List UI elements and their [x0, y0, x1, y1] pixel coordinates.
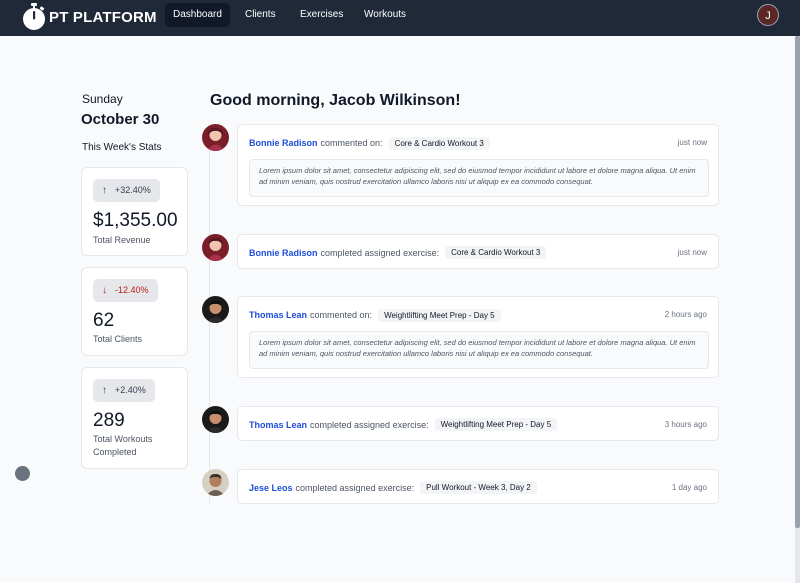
activity-item-completed: Thomas Lean completed assigned exercise:… [237, 406, 719, 441]
comment-text: Lorem ipsum dolor sit amet, consectetur … [249, 331, 709, 369]
activity-action: completed assigned exercise: [320, 247, 440, 258]
user-link[interactable]: Jese Leos [249, 483, 293, 493]
activity-time: 3 hours ago [664, 420, 707, 429]
stat-card-workouts: ↑ +2.40% 289 Total Workouts Completed [81, 367, 188, 469]
workout-tag[interactable]: Core & Cardio Workout 3 [445, 246, 547, 259]
activity-time: just now [677, 248, 707, 257]
activity-time: 1 day ago [671, 483, 707, 492]
activity-item-completed: Bonnie Radison completed assigned exerci… [237, 234, 719, 269]
workout-tag[interactable]: Weightlifting Meet Prep - Day 5 [434, 418, 558, 431]
change-badge: ↑ +2.40% [93, 379, 155, 402]
activity-header: Thomas Lean commented on: Weightlifting … [249, 297, 501, 333]
user-link[interactable]: Bonnie Radison [249, 138, 318, 148]
workout-tag[interactable]: Weightlifting Meet Prep - Day 5 [378, 308, 501, 322]
cursor-dot [15, 466, 30, 481]
activity-action: completed assigned exercise: [295, 482, 415, 493]
current-date: October 30 [81, 111, 160, 128]
activity-header: Bonnie Radison completed assigned exerci… [249, 235, 547, 270]
stat-card-clients: ↓ -12.40% 62 Total Clients [81, 267, 188, 356]
activity-header: Jese Leos completed assigned exercise: P… [249, 470, 537, 505]
stat-label: Total Clients [93, 334, 143, 344]
stat-card-revenue: ↑ +32.40% $1,355.00 Total Revenue [81, 167, 188, 256]
activity-item-completed: Jese Leos completed assigned exercise: P… [237, 469, 719, 504]
stat-label: Total Workouts Completed [93, 434, 153, 457]
arrow-down-icon: ↓ [102, 285, 107, 296]
activity-action: commented on: [310, 310, 373, 320]
brand[interactable]: PT PLATFORM [22, 3, 157, 31]
brand-name: PT PLATFORM [49, 8, 157, 26]
stat-value: 289 [93, 410, 125, 431]
nav-link-clients[interactable]: Clients [237, 3, 284, 27]
nav-link-dashboard[interactable]: Dashboard [165, 3, 230, 27]
avatar[interactable] [202, 296, 229, 323]
activity-item-comment: Bonnie Radison commented on: Core & Card… [237, 124, 719, 206]
user-link[interactable]: Bonnie Radison [249, 248, 318, 258]
top-navbar: PT PLATFORM Dashboard Clients Exercises … [0, 0, 800, 36]
arrow-up-icon: ↑ [102, 185, 107, 196]
nav-link-workouts[interactable]: Workouts [356, 3, 414, 27]
scrollbar-thumb[interactable] [795, 36, 800, 528]
stat-value: $1,355.00 [93, 210, 178, 231]
greeting-heading: Good morning, Jacob Wilkinson! [210, 92, 461, 109]
change-value: +32.40% [115, 185, 151, 195]
nav-link-exercises[interactable]: Exercises [292, 3, 351, 27]
avatar[interactable] [202, 234, 229, 261]
change-value: +2.40% [115, 385, 146, 395]
stats-heading: This Week's Stats [82, 142, 162, 153]
avatar[interactable] [202, 406, 229, 433]
activity-time: just now [677, 138, 707, 147]
comment-text: Lorem ipsum dolor sit amet, consectetur … [249, 159, 709, 197]
activity-action: commented on: [320, 138, 383, 148]
change-value: -12.40% [115, 285, 149, 295]
arrow-up-icon: ↑ [102, 385, 107, 396]
workout-tag[interactable]: Pull Workout - Week 3, Day 2 [420, 481, 537, 494]
user-link[interactable]: Thomas Lean [249, 420, 307, 430]
activity-action: completed assigned exercise: [310, 419, 429, 430]
user-link[interactable]: Thomas Lean [249, 310, 307, 320]
change-badge: ↑ +32.40% [93, 179, 160, 202]
activity-header: Bonnie Radison commented on: Core & Card… [249, 125, 490, 161]
activity-time: 2 hours ago [664, 310, 707, 319]
stat-value: 62 [93, 310, 115, 331]
change-badge: ↓ -12.40% [93, 279, 158, 302]
user-avatar-button[interactable]: J [757, 4, 779, 26]
workout-tag[interactable]: Core & Cardio Workout 3 [388, 136, 490, 150]
stopwatch-icon [23, 3, 45, 30]
current-day: Sunday [82, 92, 123, 106]
activity-item-comment: Thomas Lean commented on: Weightlifting … [237, 296, 719, 378]
activity-header: Thomas Lean completed assigned exercise:… [249, 407, 558, 442]
avatar[interactable] [202, 124, 229, 151]
stat-label: Total Revenue [93, 235, 151, 245]
avatar[interactable] [202, 469, 229, 496]
